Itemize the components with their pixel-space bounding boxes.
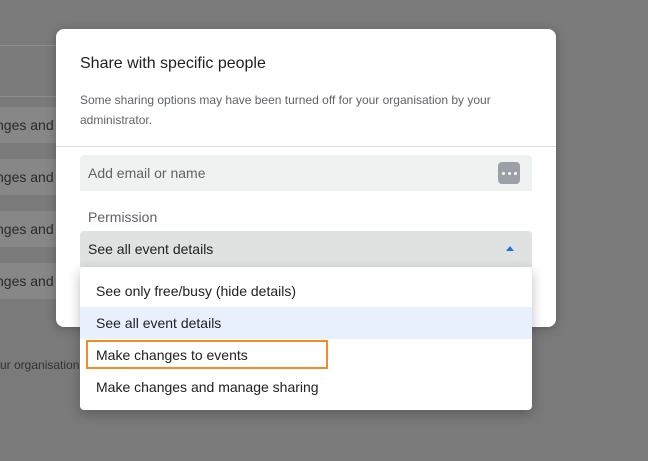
divider [0,96,56,97]
email-field[interactable] [80,155,532,191]
permission-label: Permission [88,209,158,225]
dialog-title: Share with specific people [80,55,266,72]
caret-up-icon [506,246,514,251]
email-input[interactable] [80,155,496,191]
background-footer-text: ur organisation. [0,358,83,372]
menu-item-free-busy[interactable]: See only free/busy (hide details) [80,275,532,307]
menu-item-manage-sharing[interactable]: Make changes and manage sharing [80,371,532,403]
menu-item-make-changes[interactable]: Make changes to events [80,339,532,371]
permission-select[interactable]: See all event details [80,231,532,267]
divider [56,146,556,147]
dialog-note: Some sharing options may have been turne… [80,93,491,127]
menu-item-all-details[interactable]: See all event details [80,307,532,339]
divider [0,45,56,46]
contacts-icon[interactable] [498,162,520,184]
permission-value: See all event details [88,241,214,257]
permission-menu: See only free/busy (hide details) See al… [80,267,532,410]
